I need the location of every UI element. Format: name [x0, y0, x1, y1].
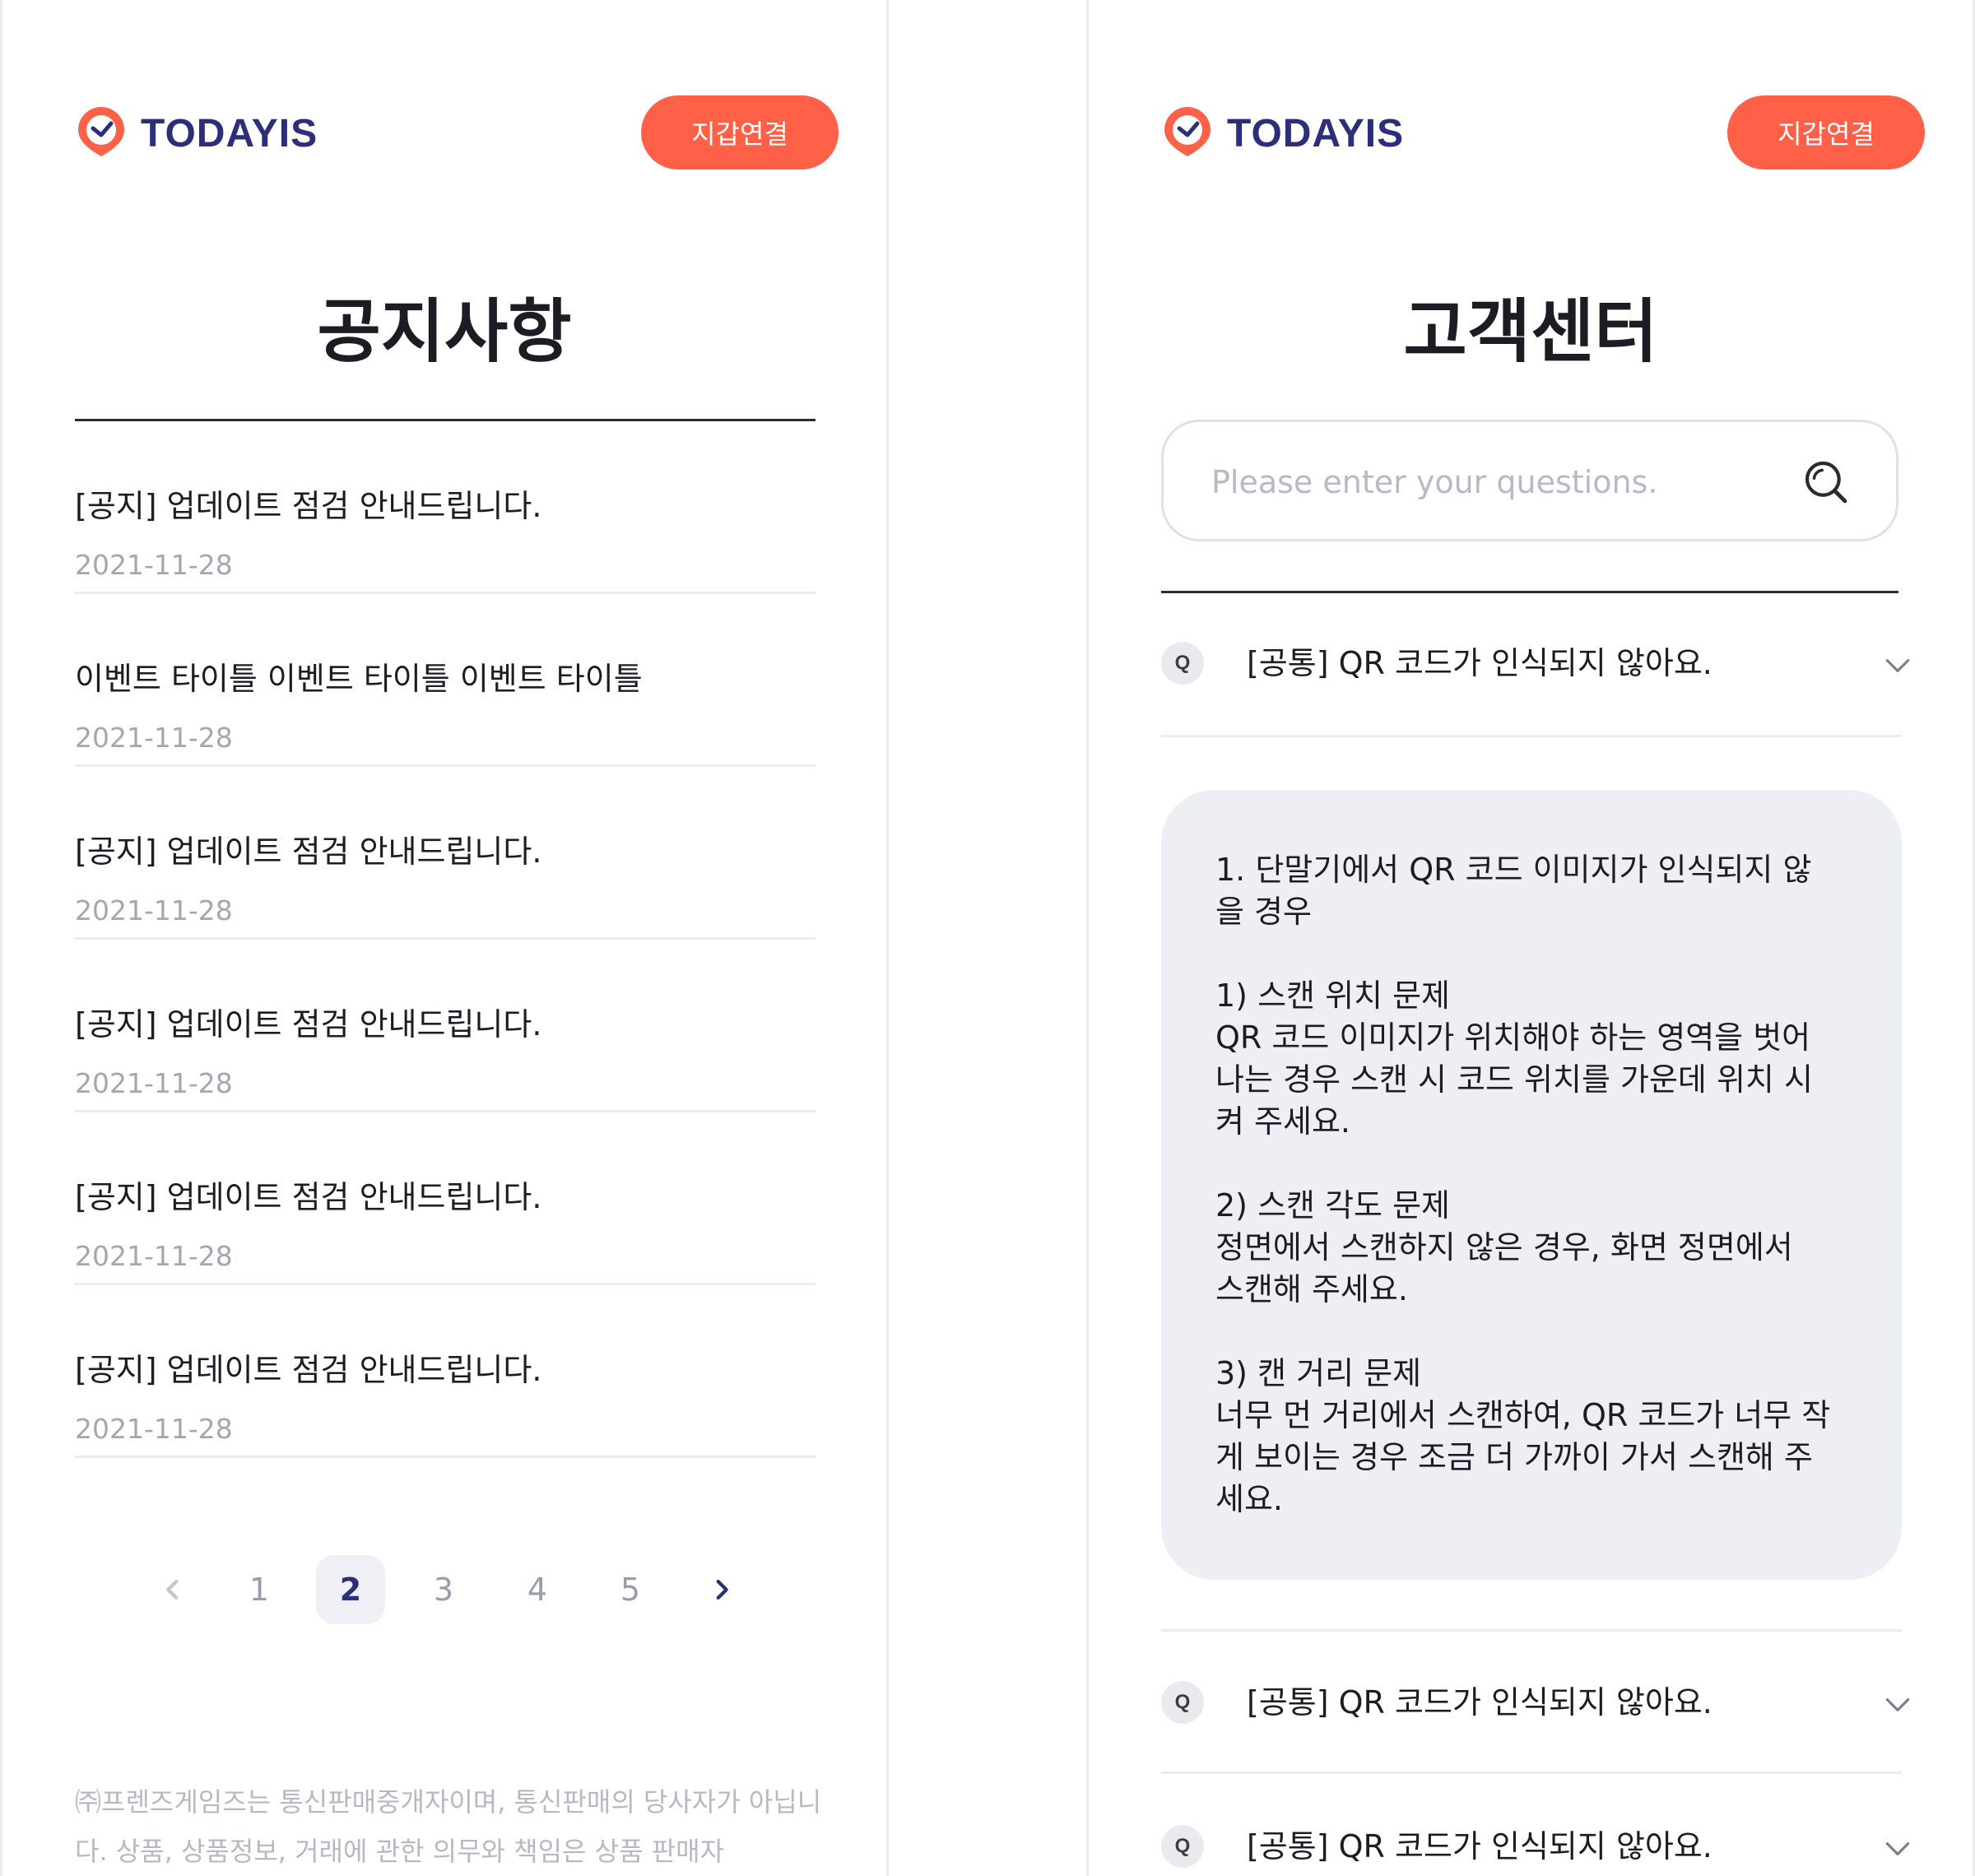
- faq-question: [공통] QR 코드가 인식되지 않아요.: [1247, 645, 1712, 681]
- notice-item[interactable]: [공지] 업데이트 점검 안내드립니다. 2021-11-28: [75, 1285, 816, 1458]
- chevron-left-icon: [166, 1579, 179, 1600]
- pagination: 1 2 3 4 5: [2, 1555, 886, 1624]
- notice-date: 2021-11-28: [75, 1067, 233, 1099]
- q-badge: Q: [1161, 1825, 1204, 1868]
- footer-disclaimer: ㈜프렌즈게임즈는 통신판매중개자이며, 통신판매의 당사자가 아닙니다. 상품,…: [75, 1786, 822, 1867]
- logo-text: TODAYIS: [1227, 111, 1405, 156]
- notice-title: 이벤트 타이틀 이벤트 타이틀 이벤트 타이틀: [75, 661, 643, 697]
- faq-item-1[interactable]: Q [공통] QR 코드가 인식되지 않아요.: [1161, 592, 1910, 737]
- notice-title: [공지] 업데이트 점검 안내드립니다.: [75, 1006, 542, 1042]
- connect-wallet-button[interactable]: 지갑연결: [1727, 95, 1925, 169]
- notice-date: 2021-11-28: [75, 549, 233, 581]
- search-icon[interactable]: [1802, 458, 1850, 506]
- notice-title: [공지] 업데이트 점검 안내드립니다.: [75, 834, 542, 870]
- logo[interactable]: TODAYIS: [1161, 107, 1404, 160]
- notice-date: 2021-11-28: [75, 1413, 233, 1445]
- faq-item-3[interactable]: Q [공통] QR 코드가 인식되지 않아요.: [1161, 1776, 1910, 1876]
- page-1-button[interactable]: 1: [225, 1555, 294, 1624]
- logo[interactable]: TODAYIS: [75, 107, 318, 160]
- faq-item-2[interactable]: Q [공통] QR 코드가 인식되지 않아요.: [1161, 1629, 1910, 1774]
- chevron-right-icon: [716, 1579, 728, 1600]
- notice-date: 2021-11-28: [75, 722, 233, 754]
- faq-answer-text: 1. 단말기에서 QR 코드 이미지가 인식되지 않 을 경우 1) 스캔 위치…: [1215, 852, 1831, 1517]
- faq-question: [공통] QR 코드가 인식되지 않아요.: [1247, 1828, 1712, 1864]
- search-box: [1161, 420, 1898, 541]
- q-badge: Q: [1161, 1681, 1204, 1724]
- connect-wallet-button[interactable]: 지갑연결: [641, 95, 839, 169]
- page-title: 고객센터: [1403, 291, 1658, 372]
- notice-item[interactable]: [공지] 업데이트 점검 안내드립니다. 2021-11-28: [75, 1112, 816, 1285]
- prev-page-button[interactable]: [138, 1555, 207, 1624]
- clock-heart-logo-icon: [78, 107, 124, 156]
- notice-item[interactable]: 이벤트 타이틀 이벤트 타이틀 이벤트 타이틀 2021-11-28: [75, 594, 816, 767]
- chevron-down-icon[interactable]: [1882, 650, 1913, 681]
- notice-date: 2021-11-28: [75, 1240, 233, 1272]
- notice-title: [공지] 업데이트 점검 안내드립니다.: [75, 1352, 542, 1388]
- support-screen: TODAYIS 지갑연결 고객센터 Q [공통] QR 코드가 인식되지 않아요…: [1086, 0, 1975, 1876]
- notice-title: [공지] 업데이트 점검 안내드립니다.: [75, 488, 542, 524]
- page-4-button[interactable]: 4: [503, 1555, 572, 1624]
- notice-item[interactable]: [공지] 업데이트 점검 안내드립니다. 2021-11-28: [75, 421, 816, 594]
- chevron-down-icon[interactable]: [1882, 1689, 1913, 1720]
- q-badge: Q: [1161, 642, 1204, 685]
- notice-item[interactable]: [공지] 업데이트 점검 안내드립니다. 2021-11-28: [75, 940, 816, 1112]
- chevron-down-icon[interactable]: [1882, 1833, 1913, 1864]
- clock-heart-logo-icon: [1164, 107, 1211, 156]
- faq-answer: 1. 단말기에서 QR 코드 이미지가 인식되지 않 을 경우 1) 스캔 위치…: [1161, 790, 1902, 1580]
- page-5-button[interactable]: 5: [596, 1555, 665, 1624]
- page-2-button[interactable]: 2: [316, 1555, 385, 1624]
- notice-item[interactable]: [공지] 업데이트 점검 안내드립니다. 2021-11-28: [75, 767, 816, 940]
- notice-screen: TODAYIS 지갑연결 공지사항 [공지] 업데이트 점검 안내드립니다. 2…: [0, 0, 889, 1876]
- faq-question: [공통] QR 코드가 인식되지 않아요.: [1247, 1684, 1712, 1720]
- notice-list: [공지] 업데이트 점검 안내드립니다. 2021-11-28 이벤트 타이틀 …: [75, 421, 816, 1458]
- page-title: 공지사항: [317, 291, 572, 372]
- logo-text: TODAYIS: [141, 111, 318, 156]
- next-page-button[interactable]: [687, 1555, 756, 1624]
- page-3-button[interactable]: 3: [409, 1555, 478, 1624]
- search-input[interactable]: [1210, 455, 1789, 509]
- notice-title: [공지] 업데이트 점검 안내드립니다.: [75, 1179, 542, 1215]
- notice-date: 2021-11-28: [75, 894, 233, 926]
